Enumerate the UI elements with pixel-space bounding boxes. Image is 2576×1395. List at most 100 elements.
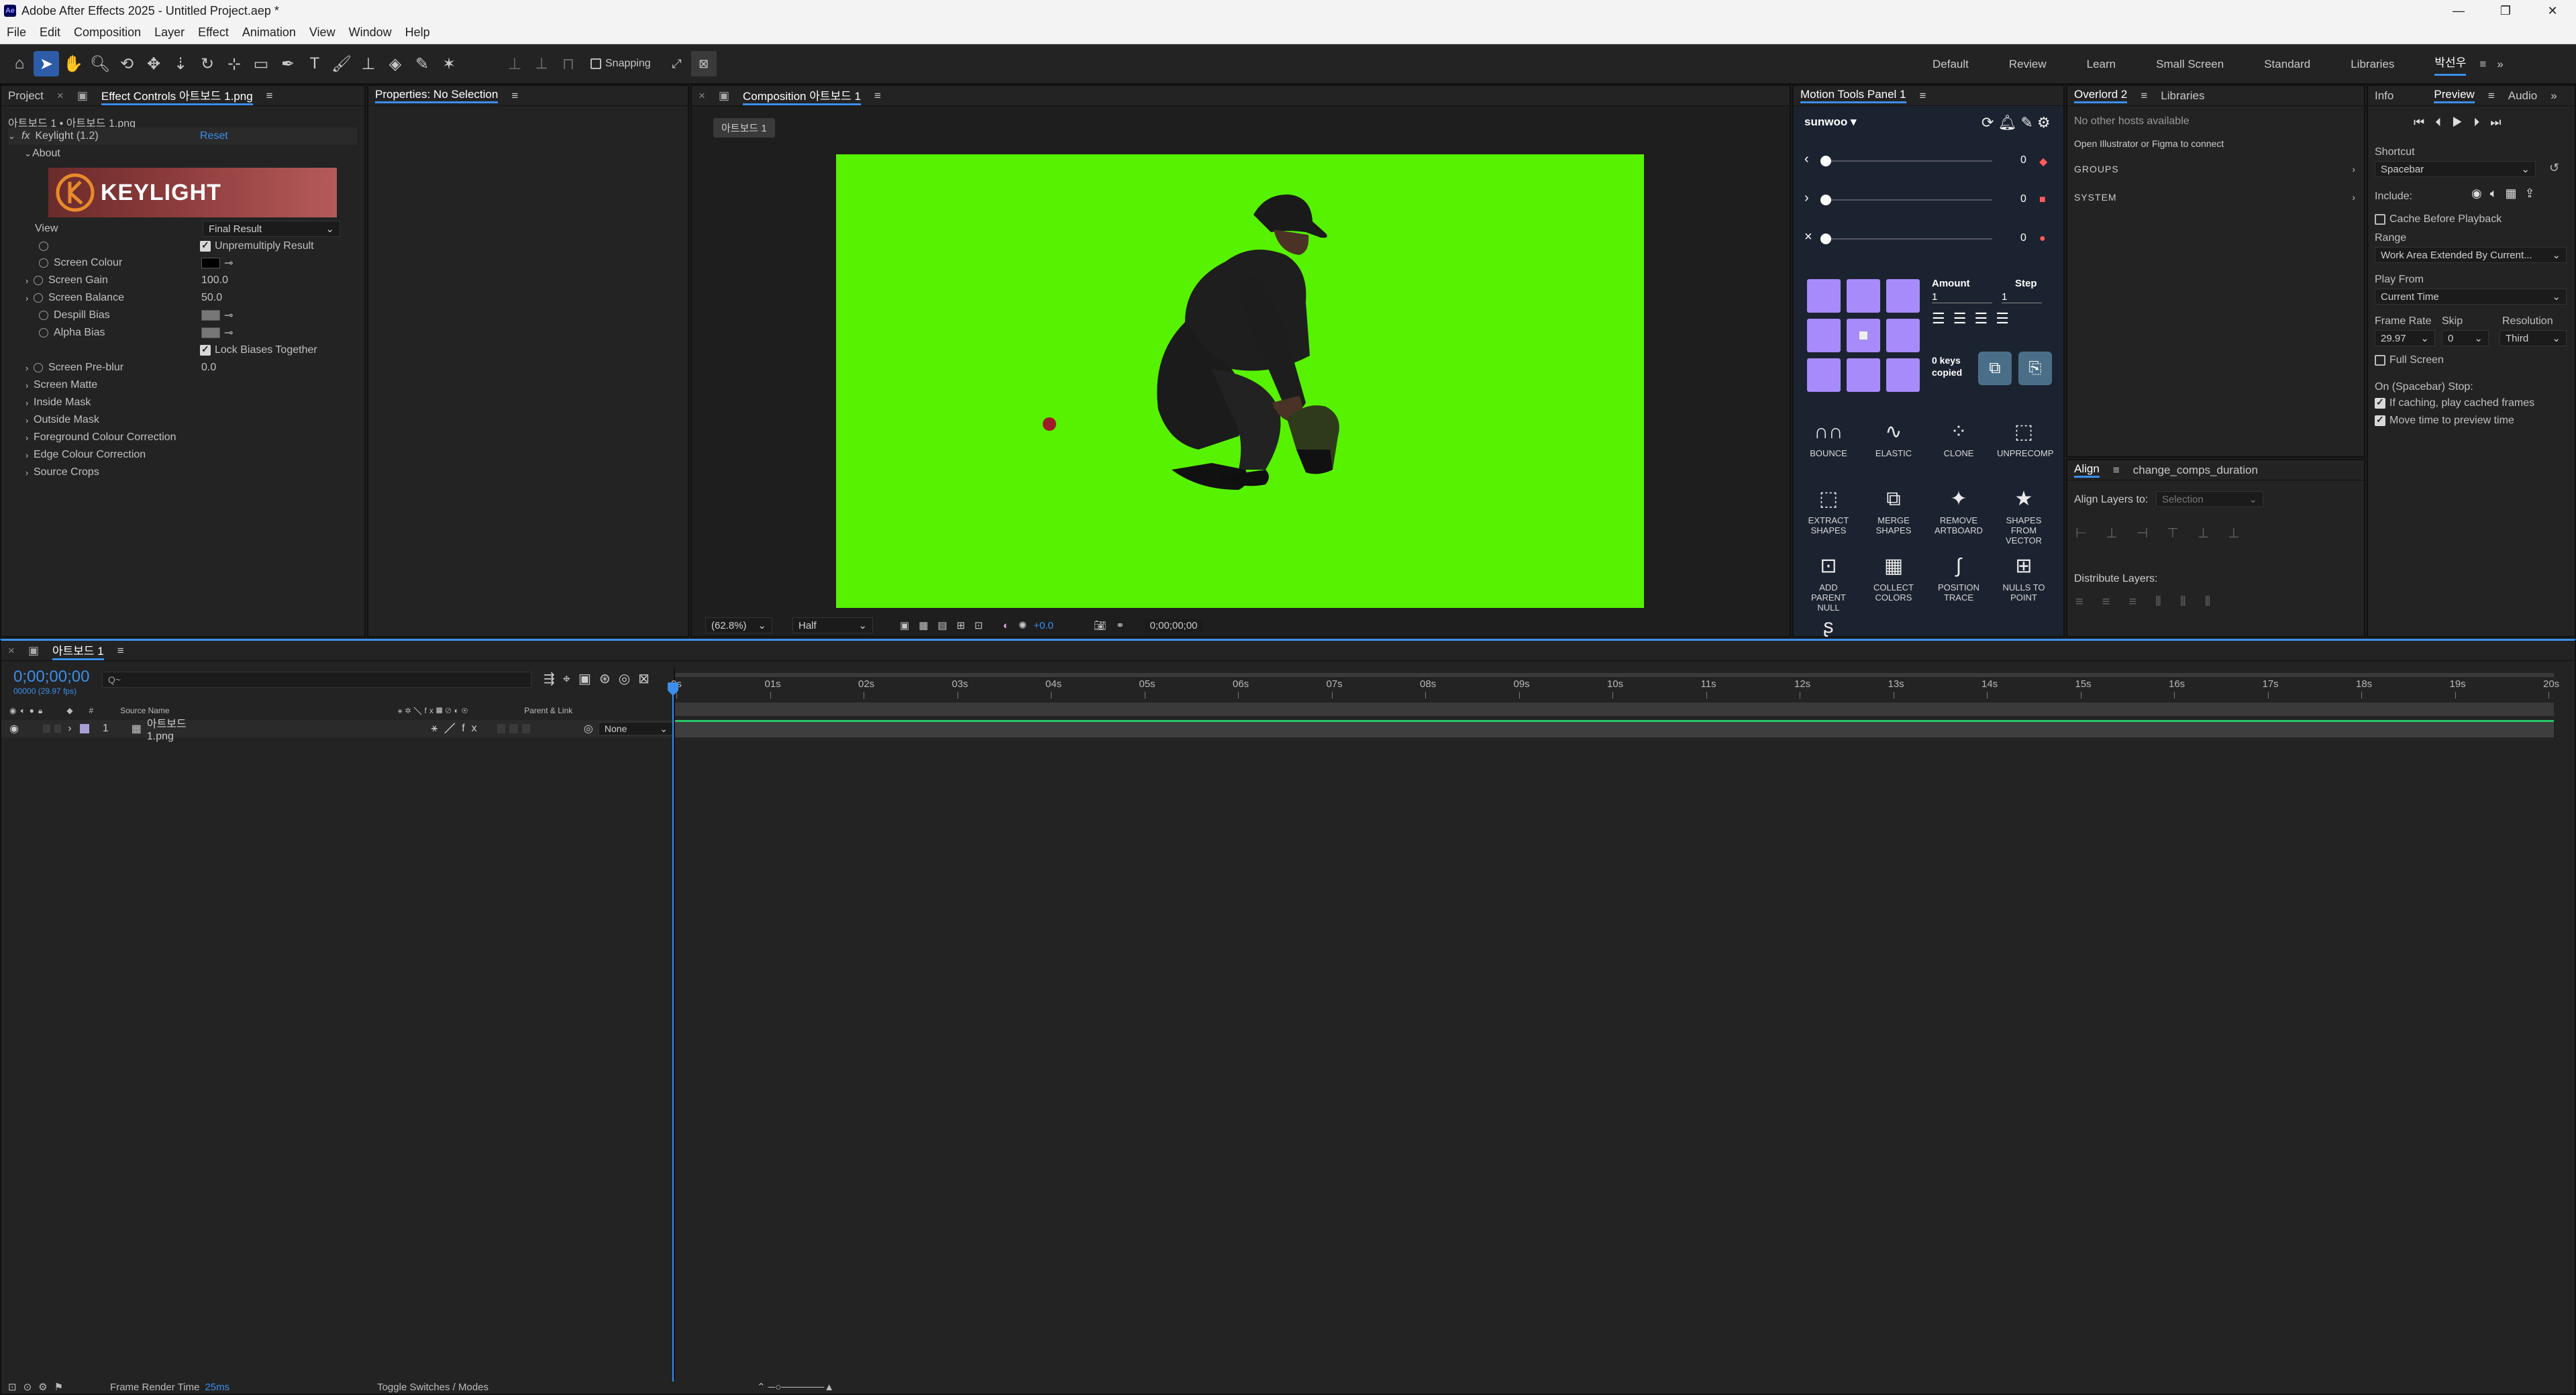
parent-link-header[interactable]: Parent & Link: [524, 706, 572, 715]
align-left-edges-icon[interactable]: ⊢: [2075, 526, 2106, 541]
frame-rate-dropdown[interactable]: 29.97 ⌄: [2375, 330, 2435, 346]
label-tag-icon[interactable]: ◆: [66, 706, 72, 715]
type-tool-icon[interactable]: T: [302, 51, 327, 76]
group-screen-matte[interactable]: › Screen Matte: [25, 376, 97, 394]
chevron-right-icon[interactable]: ›: [25, 293, 34, 303]
stopwatch-icon[interactable]: [34, 363, 43, 372]
stopwatch-icon[interactable]: [39, 328, 48, 338]
timeline-search-input[interactable]: Q~: [102, 672, 531, 688]
workspace-menu-icon[interactable]: ≡: [2479, 58, 2486, 71]
menu-help[interactable]: Help: [399, 25, 437, 40]
copy-keys-button[interactable]: ⧉: [1978, 352, 2012, 385]
world-axis-icon[interactable]: ⟂: [529, 51, 554, 76]
pan-tool-icon[interactable]: ✥: [141, 51, 166, 76]
eye-icon[interactable]: ◉: [9, 722, 19, 735]
eyedropper-icon[interactable]: ⊸: [224, 309, 233, 322]
lock-icon[interactable]: ▣: [719, 89, 729, 103]
lock-biases-checkbox[interactable]: Lock Biases Together: [200, 342, 317, 359]
distribute-bottom-icon[interactable]: ≡: [2128, 595, 2155, 609]
clone-stamp-tool-icon[interactable]: ⊥: [356, 51, 381, 76]
menu-window[interactable]: Window: [342, 25, 399, 40]
lock-icon[interactable]: ▣: [77, 89, 88, 103]
group-outside-mask[interactable]: › Outside Mask: [25, 411, 99, 429]
play-from-dropdown[interactable]: Current Time ⌄: [2375, 289, 2567, 305]
hide-shy-layers-icon[interactable]: ▣: [578, 672, 599, 686]
group-edge-colour-correction[interactable]: › Edge Colour Correction: [25, 446, 146, 464]
align-left-icon[interactable]: ☰: [1932, 310, 1953, 327]
screen-balance-value[interactable]: 50.0: [201, 289, 222, 307]
remove-artboard-button[interactable]: ✦ REMOVE ARTBOARD: [1932, 482, 1986, 535]
minimize-button[interactable]: —: [2435, 0, 2482, 21]
more-workspaces-icon[interactable]: »: [2497, 58, 2503, 71]
range-dropdown[interactable]: Work Area Extended By Current... ⌄: [2375, 247, 2567, 263]
eyedropper-icon[interactable]: ⊸: [224, 256, 233, 270]
workspace-standard[interactable]: Standard: [2264, 58, 2310, 71]
rectangle-tool-icon[interactable]: ▭: [248, 51, 274, 76]
amount-input[interactable]: 1: [1932, 291, 1992, 303]
tab-info[interactable]: Info: [2375, 89, 2393, 103]
menu-animation[interactable]: Animation: [236, 25, 303, 40]
about-row[interactable]: ⌄ About: [24, 145, 60, 162]
toggle-switches-modes-button[interactable]: Toggle Switches / Modes: [377, 1382, 488, 1393]
zoom-tool-icon[interactable]: 🔍︎: [87, 51, 113, 76]
guides-icon[interactable]: ⊞: [957, 619, 966, 631]
user-dropdown[interactable]: sunwoo ▾: [1804, 115, 1857, 129]
shortcut-dropdown[interactable]: Spacebar ⌄: [2375, 161, 2536, 177]
draft-3d-icon[interactable]: ⌖: [563, 672, 578, 686]
workspace-small-screen[interactable]: Small Screen: [2156, 58, 2224, 71]
ease-in-slider[interactable]: ‹ 0 ◆: [1804, 152, 2059, 169]
groups-section[interactable]: GROUPS ›: [2074, 164, 2356, 174]
tab-properties[interactable]: Properties: No Selection: [375, 88, 499, 103]
layer-switches[interactable]: ⚹╱fx: [431, 723, 484, 735]
prev-frame-icon[interactable]: ⏴: [2435, 115, 2452, 129]
gear-icon[interactable]: ⚙: [2037, 114, 2055, 131]
reset-link[interactable]: Reset: [200, 130, 228, 142]
anchor-point-grid[interactable]: [1807, 279, 1924, 396]
system-section[interactable]: SYSTEM ›: [2074, 192, 2356, 203]
align-bottom-edges-icon[interactable]: ⊥: [2228, 526, 2258, 541]
layer-duration-bar[interactable]: [675, 720, 2554, 737]
group-inside-mask[interactable]: › Inside Mask: [25, 394, 91, 411]
orbit-tool-icon[interactable]: ⟲: [114, 51, 140, 76]
source-name-header[interactable]: Source Name: [120, 706, 169, 715]
current-time-indicator[interactable]: [672, 684, 674, 1382]
distribute-left-icon[interactable]: ⦀: [2155, 595, 2180, 609]
workspace-learn[interactable]: Learn: [2087, 58, 2116, 71]
workspace-custom[interactable]: 박선우: [2434, 53, 2467, 76]
align-right-icon[interactable]: ☰: [1996, 310, 2017, 327]
tab-change-comps-duration[interactable]: change_comps_duration: [2133, 464, 2258, 477]
more-tools-button[interactable]: ʂ: [1802, 609, 1855, 643]
stopwatch-icon[interactable]: [34, 293, 43, 303]
work-area-range[interactable]: [675, 703, 2554, 716]
align-top-edges-icon[interactable]: ⊤: [2167, 526, 2197, 541]
align-vertical-centers-icon[interactable]: ⊥: [2198, 526, 2228, 541]
layer-name[interactable]: 아트보드 1.png: [147, 715, 209, 743]
parent-dropdown[interactable]: None ⌄: [598, 722, 674, 735]
workspace-default[interactable]: Default: [1933, 58, 1969, 71]
selection-tool-icon[interactable]: ➤: [34, 51, 59, 76]
panel-menu-icon[interactable]: ≡: [2488, 89, 2495, 103]
exposure-value[interactable]: +0.0: [1033, 620, 1053, 631]
align-to-dropdown[interactable]: Selection ⌄: [2156, 491, 2263, 507]
exposure-icon[interactable]: ✺: [1019, 619, 1027, 631]
panel-menu-icon[interactable]: ≡: [2141, 89, 2147, 103]
chevron-down-icon[interactable]: ⌄: [24, 148, 32, 159]
hand-tool-icon[interactable]: ✋: [60, 51, 86, 76]
bell-icon[interactable]: 🔔︎: [1998, 114, 2020, 131]
eyedropper-icon[interactable]: ⊸: [224, 326, 233, 340]
alpha-bias-swatch[interactable]: ⊸: [201, 324, 233, 342]
workspace-libraries[interactable]: Libraries: [2351, 58, 2394, 71]
screen-gain-value[interactable]: 100.0: [201, 272, 228, 289]
motion-blur-icon[interactable]: ◎: [619, 672, 638, 686]
distribute-hcenter-icon[interactable]: ⦀: [2180, 595, 2205, 609]
panel-menu-icon[interactable]: ≡: [1920, 89, 1926, 103]
composition-viewer[interactable]: [836, 154, 1644, 608]
timeline-timecode[interactable]: 0;00;00;00: [13, 668, 89, 686]
transparency-grid-icon[interactable]: ▦: [919, 619, 928, 631]
group-source-crops[interactable]: › Source Crops: [25, 464, 99, 481]
tab-overlord[interactable]: Overlord 2: [2074, 88, 2128, 103]
roto-brush-tool-icon[interactable]: ✎: [409, 51, 435, 76]
view-dropdown[interactable]: Final Result ⌄: [203, 221, 340, 237]
table-row[interactable]: ◉ › 1 ▦ 아트보드 1.png ⚹╱fx ◎ None ⌄: [1, 719, 674, 742]
tab-project[interactable]: Project: [8, 89, 44, 103]
